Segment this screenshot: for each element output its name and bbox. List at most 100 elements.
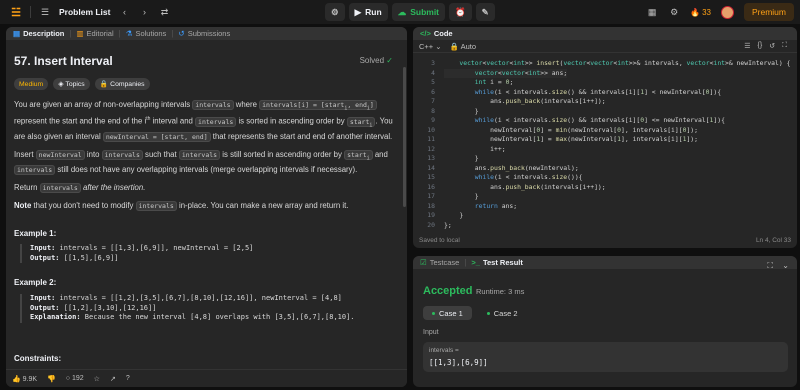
leetcode-logo-icon[interactable]: ☱ <box>10 6 22 19</box>
problem-description: You are given an array of non-overlappin… <box>14 99 399 218</box>
top-navbar: ☱ ☰ Problem List ‹ › ⇄ ⚙ ▶ Run ☁ Submit ⏰ … <box>0 0 800 24</box>
settings-icon[interactable]: ⚙ <box>668 5 680 19</box>
lock-icon: 🔒 <box>449 42 459 51</box>
submit-button[interactable]: ☁ Submit <box>391 3 446 21</box>
timer-button[interactable]: ⏰ <box>449 3 472 21</box>
favorite-button[interactable]: ☆ <box>94 375 100 383</box>
save-status: Saved to local <box>419 237 460 244</box>
debug-button[interactable]: ⚙ <box>325 3 345 21</box>
problem-title: 57. Insert Interval <box>14 54 113 68</box>
code-line: }; <box>444 220 452 229</box>
streak-counter[interactable]: 🔥 33 <box>690 8 711 17</box>
expand-icon[interactable]: ⛶ <box>767 261 773 271</box>
test-tabs: ☑ Testcase | >_ Test Result ⛶ ⌄ <box>413 256 797 271</box>
list-icon[interactable]: ☰ <box>39 5 51 19</box>
code-line: } <box>444 192 479 200</box>
example-1-body: Input: intervals = [[1,3],[6,9]], newInt… <box>20 244 253 263</box>
code-icon: </> <box>420 29 431 38</box>
input-value: [[1,3],[6,9]] <box>429 358 488 367</box>
share-button[interactable]: ↗ <box>110 375 116 383</box>
fullscreen-icon[interactable]: ⛶ <box>782 42 787 50</box>
book-icon: ▥ <box>76 29 84 38</box>
left-tabs: ▤ Description | ▥ Editorial | ⚗ Solutions |… <box>6 27 407 40</box>
prev-problem-icon[interactable]: ‹ <box>118 5 130 19</box>
description-panel: ▤ Description | ▥ Editorial | ⚗ Solutions |… <box>6 27 407 387</box>
code-panel: </> Code C++ ⌄ 🔒 Auto ☰ {} ↺ ⛶ 3 vector<v… <box>413 27 797 248</box>
tab-submissions[interactable]: ↺ Submissions <box>175 29 233 38</box>
document-icon: ▤ <box>13 29 21 38</box>
checkbox-icon: ☑ <box>420 258 427 267</box>
lock-icon: 🔒 <box>99 81 109 88</box>
comments-button[interactable]: ○ 192 <box>66 375 84 382</box>
bookmark-icon[interactable]: ☰ <box>744 42 750 50</box>
input-box: intervals = [[1,3],[6,9]] <box>423 342 788 372</box>
code-line: } <box>444 154 479 162</box>
topics-chip[interactable]: ◈ Topics <box>53 78 90 90</box>
next-problem-icon[interactable]: › <box>138 5 150 19</box>
code-line: while(i < intervals.size() && intervals[… <box>474 116 725 124</box>
avatar[interactable] <box>720 5 734 19</box>
tab-description[interactable]: ▤ Description <box>10 29 67 38</box>
comment-icon: ○ <box>65 375 71 382</box>
premium-button[interactable]: Premium <box>743 3 794 21</box>
input-label: Input <box>423 329 439 336</box>
input-variable: intervals = <box>429 347 459 354</box>
editor-tools: ☰ {} ↺ ⛶ <box>744 42 787 50</box>
code-line: vector<vector<int>> insert(vector<vector… <box>459 59 791 67</box>
layout-icon[interactable]: ▦ <box>646 5 658 19</box>
alarm-icon: ⏰ <box>455 6 466 17</box>
code-line: while(i < intervals.size() && intervals[… <box>474 87 722 96</box>
code-line: ans.push_back(intervals[i++]); <box>444 97 606 105</box>
line-number: 4 <box>431 68 435 77</box>
difficulty-badge: Medium <box>14 78 49 90</box>
example-2-title: Example 2: <box>14 278 57 287</box>
share-icon: ↗ <box>109 375 116 383</box>
thumbs-down-icon: 👎 <box>47 375 56 383</box>
line-number: 14 <box>427 163 435 172</box>
help-button[interactable]: ? <box>126 375 130 382</box>
pass-dot-icon <box>432 311 435 315</box>
history-icon: ↺ <box>178 29 185 38</box>
reset-icon[interactable]: ↺ <box>769 42 775 50</box>
question-icon: ? <box>125 375 130 382</box>
line-number: 10 <box>427 125 435 134</box>
collapse-icon[interactable]: ⌄ <box>782 261 789 270</box>
constraints-title: Constraints: <box>14 354 62 363</box>
tab-solutions[interactable]: ⚗ Solutions <box>123 29 170 38</box>
case-1-tab[interactable]: Case 1 <box>423 306 472 320</box>
desc-paragraph-2: Insert newInterval into intervals such t… <box>14 150 388 176</box>
scrollbar[interactable] <box>403 67 406 207</box>
play-icon: ▶ <box>354 6 362 17</box>
code-editor[interactable]: 3 vector<vector<int>> insert(vector<vect… <box>413 57 797 229</box>
terminal-icon: >_ <box>471 258 480 267</box>
language-select[interactable]: C++ ⌄ <box>419 42 442 51</box>
result-status: Accepted <box>423 285 473 297</box>
case-2-tab[interactable]: Case 2 <box>478 306 527 320</box>
code-line: int i = 0; <box>474 78 514 86</box>
code-line: return ans; <box>474 201 518 210</box>
tab-code[interactable]: </> Code <box>417 29 456 38</box>
auto-mode[interactable]: 🔒 Auto <box>450 42 476 51</box>
desc-paragraph-4: Note that you don't need to modify inter… <box>14 201 349 212</box>
notes-button[interactable]: ✎ <box>475 3 495 21</box>
bug-icon: ⚙ <box>331 6 339 17</box>
problem-list-link[interactable]: Problem List <box>59 7 110 17</box>
line-number: 16 <box>427 182 435 191</box>
line-number: 19 <box>427 211 435 219</box>
run-button[interactable]: ▶ Run <box>348 3 388 21</box>
cloud-upload-icon: ☁ <box>397 6 407 17</box>
dislike-button[interactable]: 👎 <box>47 375 56 383</box>
line-number: 20 <box>427 220 435 229</box>
line-number: 15 <box>427 173 435 181</box>
companies-chip[interactable]: 🔒 Companies <box>94 78 150 90</box>
flask-icon: ⚗ <box>125 29 133 38</box>
braces-icon[interactable]: {} <box>758 42 763 50</box>
line-number: 5 <box>431 78 435 86</box>
tab-editorial[interactable]: ▥ Editorial <box>73 29 116 38</box>
tab-test-result[interactable]: >_ Test Result <box>468 258 525 267</box>
code-tabs: </> Code <box>413 27 797 40</box>
like-button[interactable]: 👍 9.9K <box>12 375 37 383</box>
case-tabs: Case 1 Case 2 <box>423 306 527 320</box>
tab-testcase[interactable]: ☑ Testcase <box>417 258 462 267</box>
shuffle-icon[interactable]: ⇄ <box>158 5 170 19</box>
